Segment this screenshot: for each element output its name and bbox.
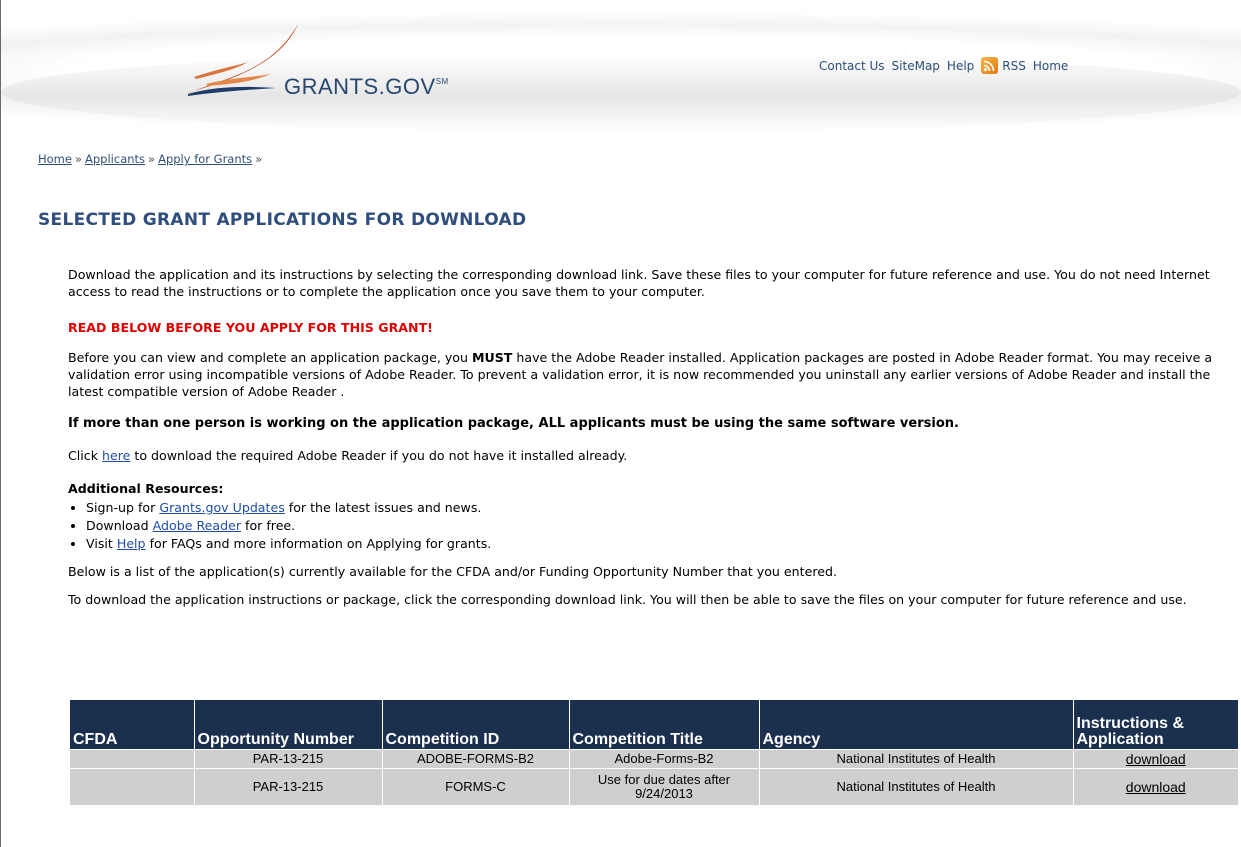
col-header-cfda: CFDA <box>70 700 195 750</box>
table-row: PAR-13-215 FORMS-C Use for due dates aft… <box>70 768 1238 805</box>
table-header-row: CFDA Opportunity Number Competition ID C… <box>70 700 1238 750</box>
cell-opportunity-number: PAR-13-215 <box>194 749 383 769</box>
applications-table: CFDA Opportunity Number Competition ID C… <box>70 700 1238 805</box>
breadcrumb: Home» Applicants» Apply for Grants» <box>38 152 265 166</box>
col-header-opportunity-number: Opportunity Number <box>194 700 383 750</box>
adobe-requirement-paragraph: Before you can view and complete an appl… <box>68 350 1213 399</box>
col-header-instructions-application: Instructions & Application <box>1073 700 1238 750</box>
grants-gov-updates-link[interactable]: Grants.gov Updates <box>159 500 284 515</box>
breadcrumb-applicants[interactable]: Applicants <box>85 152 145 166</box>
download-link[interactable]: download <box>1126 751 1186 767</box>
cell-download: download <box>1073 749 1238 769</box>
logo-text: GRANTS.GOVSM <box>284 74 449 99</box>
additional-resources-list: Sign-up for Grants.gov Updates for the l… <box>68 499 1233 552</box>
to-download-paragraph: To download the application instructions… <box>68 592 1187 607</box>
breadcrumb-apply-for-grants[interactable]: Apply for Grants <box>158 152 252 166</box>
site-header: GRANTS.GOVSM Contact Us SiteMap Help RSS… <box>1 0 1241 138</box>
cell-competition-id: ADOBE-FORMS-B2 <box>382 749 570 769</box>
adobe-reader-link[interactable]: Adobe Reader <box>153 518 241 533</box>
help-link[interactable]: Help <box>947 59 974 73</box>
top-nav: Contact Us SiteMap Help RSS Home <box>819 57 1075 74</box>
intro-paragraph: Download the application and its instruc… <box>68 267 1210 299</box>
sitemap-link[interactable]: SiteMap <box>892 59 940 73</box>
breadcrumb-separator: » <box>255 152 263 166</box>
col-header-agency: Agency <box>759 700 1074 750</box>
rss-link[interactable]: RSS <box>1002 59 1026 73</box>
warning-text: READ BELOW BEFORE YOU APPLY FOR THIS GRA… <box>68 320 433 335</box>
cell-agency: National Institutes of Health <box>759 768 1074 805</box>
grants-gov-logo[interactable]: GRANTS.GOVSM <box>176 22 506 102</box>
cell-cfda <box>70 749 195 769</box>
contact-us-link[interactable]: Contact Us <box>819 59 885 73</box>
same-version-notice: If more than one person is working on th… <box>68 416 959 431</box>
cell-download: download <box>1073 768 1238 805</box>
download-link[interactable]: download <box>1126 779 1186 795</box>
cell-cfda <box>70 768 195 805</box>
cell-competition-title: Use for due dates after 9/24/2013 <box>569 768 760 805</box>
cell-opportunity-number: PAR-13-215 <box>194 768 383 805</box>
breadcrumb-home[interactable]: Home <box>38 152 72 166</box>
download-reader-paragraph: Click here to download the required Adob… <box>68 448 628 463</box>
main-content: Download the application and its instruc… <box>68 266 1233 608</box>
list-item: Sign-up for Grants.gov Updates for the l… <box>86 499 1233 516</box>
help-faq-link[interactable]: Help <box>117 536 146 551</box>
list-item: Visit Help for FAQs and more information… <box>86 535 1233 552</box>
breadcrumb-separator: » <box>74 152 83 166</box>
rss-icon[interactable] <box>981 57 999 74</box>
below-list-paragraph: Below is a list of the application(s) cu… <box>68 564 837 579</box>
table-row: PAR-13-215 ADOBE-FORMS-B2 Adobe-Forms-B2… <box>70 749 1238 769</box>
adobe-reader-here-link[interactable]: here <box>102 448 130 463</box>
list-item: Download Adobe Reader for free. <box>86 517 1233 534</box>
cell-agency: National Institutes of Health <box>759 749 1074 769</box>
cell-competition-title: Adobe-Forms-B2 <box>569 749 760 769</box>
cell-competition-id: FORMS-C <box>382 768 570 805</box>
additional-resources-title: Additional Resources: <box>68 481 224 496</box>
breadcrumb-separator: » <box>148 152 156 166</box>
col-header-competition-title: Competition Title <box>569 700 760 750</box>
page-title: SELECTED GRANT APPLICATIONS FOR DOWNLOAD <box>38 210 527 230</box>
col-header-competition-id: Competition ID <box>382 700 570 750</box>
home-link[interactable]: Home <box>1033 59 1068 73</box>
